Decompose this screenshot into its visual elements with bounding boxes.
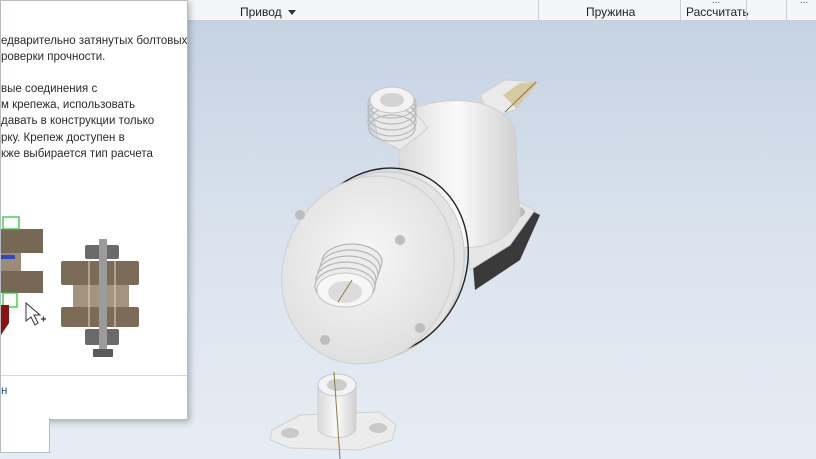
tooltip-line: вые соединения с [1, 83, 98, 95]
tooltip-footer-link[interactable]: н [1, 385, 7, 397]
mouse-cursor-icon [25, 301, 46, 326]
joint-diagram [61, 239, 139, 357]
tooltip-line: давать в конструкции только [1, 115, 155, 127]
tooltip-line: кже выбирается тип расчета [1, 148, 153, 160]
tooltip-line: едварительно затянутых болтовых [1, 35, 187, 47]
underlying-dialog-edge [0, 418, 50, 453]
joint-diagram-selected [1, 216, 43, 335]
bolted-joint-illustration [1, 216, 139, 357]
tooltip-line: рку. Крепеж доступен в [1, 132, 125, 144]
tooltip-line: роверки прочности. [1, 51, 106, 63]
help-tooltip-panel: едварительно затянутых болтовых роверки … [0, 0, 188, 420]
tooltip-divider [1, 375, 187, 376]
tooltip-line: м крепежа, использовать [1, 99, 136, 111]
bottom-mount-bracket [269, 371, 397, 459]
